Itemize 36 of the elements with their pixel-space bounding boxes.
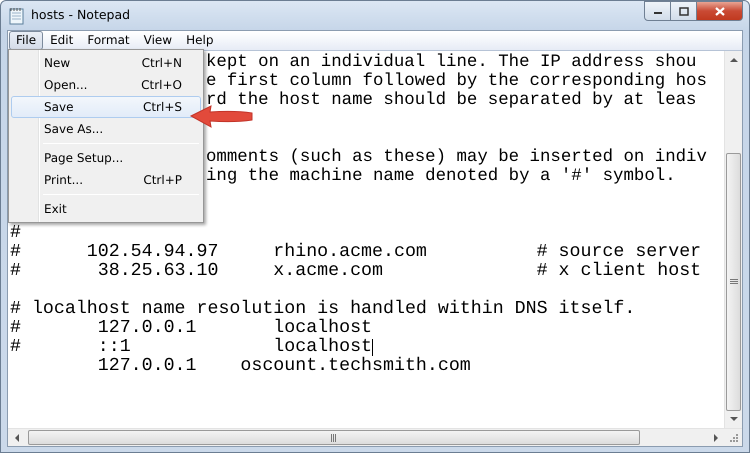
minimize-button[interactable]: [644, 1, 671, 21]
text-line: omments (such as these) may be inserted on indiv: [206, 148, 707, 167]
menu-item[interactable]: File: [9, 31, 44, 50]
maximize-icon: [678, 6, 688, 16]
text-line: rd the host name should be separated by at leas: [206, 91, 696, 110]
maximize-button[interactable]: [671, 1, 697, 21]
text-line: ing the machine name denoted by a '#' symbol.: [206, 167, 676, 186]
scroll-thumb[interactable]: [726, 153, 741, 411]
menu-item[interactable]: Help: [179, 31, 220, 50]
menu-item[interactable]: Open... Ctrl+O: [11, 74, 201, 96]
text-line: # 38.25.63.10 x.acme.com # x client host: [10, 262, 702, 281]
close-button[interactable]: [697, 1, 743, 21]
menu-item[interactable]: Page Setup...: [11, 147, 201, 169]
menu-item[interactable]: Format: [80, 31, 137, 50]
annotation-arrow: [189, 104, 255, 128]
window-title: hosts - Notepad: [31, 6, 130, 24]
horizontal-scrollbar[interactable]: [8, 428, 742, 446]
vertical-scrollbar[interactable]: [724, 51, 742, 428]
text-line: e first column followed by the corresponding hos: [206, 72, 707, 91]
text-line: #: [10, 224, 21, 243]
notepad-icon: [9, 6, 25, 24]
text-line: 127.0.0.1 oscount.techsmith.com: [96, 357, 471, 376]
text-line: # ::1 localhost: [10, 338, 372, 357]
menu-item[interactable]: Exit: [11, 198, 201, 220]
menu-item[interactable]: Save Ctrl+S: [11, 96, 201, 118]
menu-item[interactable]: Save As...: [11, 118, 201, 140]
text-line: # localhost name resolution is handled within DNS itself.: [10, 300, 636, 319]
menu-item[interactable]: View: [136, 31, 180, 50]
close-icon: [714, 6, 726, 16]
scroll-thumb[interactable]: [28, 430, 640, 445]
menu-item[interactable]: Edit: [43, 31, 80, 50]
text-line: # 102.54.94.97 rhino.acme.com # source server: [10, 243, 702, 262]
menu-item[interactable]: New Ctrl+N: [11, 52, 201, 74]
menu-item[interactable]: Print... Ctrl+P: [11, 169, 201, 191]
text-line: kept on an individual line. The IP address shou: [206, 53, 696, 72]
text-line: # 127.0.0.1 localhost: [10, 319, 372, 338]
